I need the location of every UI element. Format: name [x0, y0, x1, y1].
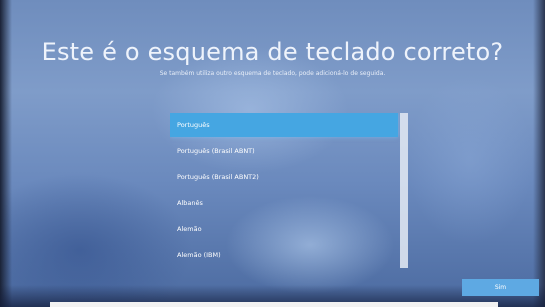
list-item-alemao-ibm[interactable]: Alemão (IBM) — [170, 243, 398, 267]
list-item-portugues-brasil-abnt2[interactable]: Português (Brasil ABNT2) — [170, 165, 398, 189]
bottom-overlay-bar — [50, 302, 498, 307]
list-item-portugues[interactable]: Português — [170, 113, 398, 137]
list-item-albanes[interactable]: Albanês — [170, 191, 398, 215]
confirm-button[interactable]: Sim — [462, 279, 539, 296]
page-subtitle: Se também utiliza outro esquema de tecla… — [159, 70, 386, 77]
list-scrollbar[interactable] — [400, 113, 408, 268]
scrollbar-thumb[interactable] — [400, 113, 408, 268]
keyboard-layout-list[interactable]: Português Português (Brasil ABNT) Portug… — [170, 113, 408, 268]
list-item-portugues-brasil-abnt[interactable]: Português (Brasil ABNT) — [170, 139, 398, 163]
oobe-screen: Este é o esquema de teclado correto? Se … — [0, 0, 545, 307]
list-item-alemao[interactable]: Alemão — [170, 217, 398, 241]
page-title: Este é o esquema de teclado correto? — [41, 38, 504, 66]
